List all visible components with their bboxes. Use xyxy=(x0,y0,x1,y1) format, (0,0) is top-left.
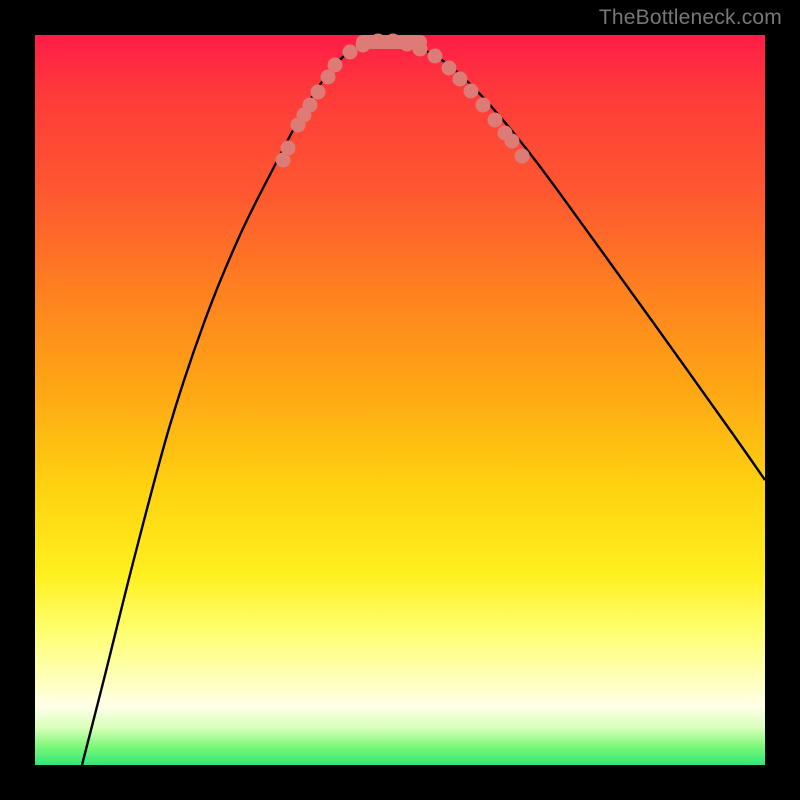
data-marker xyxy=(476,98,491,113)
bottleneck-curve xyxy=(82,39,765,765)
data-marker xyxy=(442,61,457,76)
data-marker xyxy=(505,134,520,149)
data-marker xyxy=(488,113,503,128)
curve-markers xyxy=(276,34,530,168)
data-marker xyxy=(428,49,443,64)
data-marker xyxy=(343,45,358,60)
data-marker xyxy=(413,42,428,57)
data-marker xyxy=(400,37,415,52)
data-marker xyxy=(303,98,318,113)
data-marker xyxy=(464,84,479,99)
plot-area xyxy=(35,35,765,765)
data-marker xyxy=(311,85,326,100)
watermark-label: TheBottleneck.com xyxy=(599,6,782,30)
data-marker xyxy=(371,34,386,49)
data-marker xyxy=(281,141,296,156)
curve-svg xyxy=(35,35,765,765)
data-marker xyxy=(386,34,401,49)
data-marker xyxy=(453,72,468,87)
chart-frame: TheBottleneck.com xyxy=(0,0,800,800)
data-marker xyxy=(356,38,371,53)
data-marker xyxy=(328,58,343,73)
data-marker xyxy=(515,149,530,164)
